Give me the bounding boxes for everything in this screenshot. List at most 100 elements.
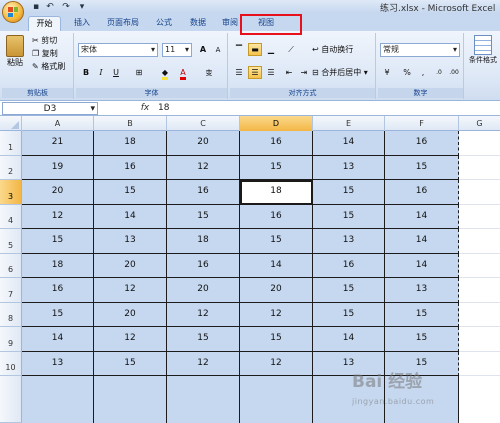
cell-c10[interactable]: 12: [167, 352, 240, 376]
cell-c4[interactable]: 15: [167, 205, 240, 229]
grow-font-button[interactable]: A: [196, 43, 210, 56]
fill-color-button[interactable]: ◆: [158, 66, 172, 80]
cell-e9[interactable]: 14: [313, 327, 385, 352]
column-header-f[interactable]: F: [385, 116, 459, 131]
merge-center-button[interactable]: ⊟ 合并后居中 ▾: [312, 67, 368, 78]
column-header-d[interactable]: D: [240, 116, 313, 131]
column-header-b[interactable]: B: [94, 116, 167, 131]
cell-g8[interactable]: [459, 303, 500, 327]
decrease-decimal-button[interactable]: .00: [447, 66, 461, 79]
percent-button[interactable]: %: [400, 66, 414, 79]
cell-g1[interactable]: [459, 131, 500, 156]
cell-d3[interactable]: 18: [240, 180, 313, 205]
cell-a8[interactable]: 15: [22, 303, 94, 327]
cell-c9[interactable]: 15: [167, 327, 240, 352]
phonetic-button[interactable]: 变: [202, 66, 216, 79]
tab-formulas[interactable]: 公式: [150, 16, 178, 31]
cell-a5[interactable]: 15: [22, 229, 94, 254]
column-header-e[interactable]: E: [313, 116, 385, 131]
cell-a4[interactable]: 12: [22, 205, 94, 229]
bold-button[interactable]: B: [79, 66, 93, 79]
row-header-partial[interactable]: [0, 376, 22, 423]
cell-g4[interactable]: [459, 205, 500, 229]
increase-indent-button[interactable]: ⇥: [297, 66, 311, 79]
cell-d5[interactable]: 15: [240, 229, 313, 254]
cell-partial-row[interactable]: [94, 376, 167, 423]
row-header-7[interactable]: 7: [0, 278, 22, 303]
cell-e5[interactable]: 13: [313, 229, 385, 254]
insert-function-button[interactable]: fx: [138, 102, 152, 115]
italic-button[interactable]: I: [94, 66, 108, 79]
currency-button[interactable]: ¥: [380, 66, 394, 79]
align-top-button[interactable]: ▔: [232, 43, 246, 56]
font-size-select[interactable]: 11 ▾: [162, 43, 192, 57]
cell-c5[interactable]: 18: [167, 229, 240, 254]
column-header-a[interactable]: A: [22, 116, 94, 131]
cell-f1[interactable]: 16: [385, 131, 459, 156]
cell-g7[interactable]: [459, 278, 500, 303]
cell-c6[interactable]: 16: [167, 254, 240, 278]
cell-e6[interactable]: 16: [313, 254, 385, 278]
cell-g2[interactable]: [459, 156, 500, 180]
cell-a2[interactable]: 19: [22, 156, 94, 180]
cell-e7[interactable]: 15: [313, 278, 385, 303]
cell-b2[interactable]: 16: [94, 156, 167, 180]
office-button[interactable]: [2, 1, 24, 23]
redo-icon[interactable]: ↷: [60, 1, 72, 13]
format-painter-button[interactable]: ✎ 格式刷: [32, 61, 65, 72]
tab-data[interactable]: 数据: [184, 16, 212, 31]
cell-a9[interactable]: 14: [22, 327, 94, 352]
row-header-9[interactable]: 9: [0, 327, 22, 352]
copy-button[interactable]: ❐ 复制: [32, 48, 58, 59]
align-right-button[interactable]: ☰: [264, 66, 278, 79]
cell-e4[interactable]: 15: [313, 205, 385, 229]
cell-b8[interactable]: 20: [94, 303, 167, 327]
cell-f4[interactable]: 14: [385, 205, 459, 229]
column-header-c[interactable]: C: [167, 116, 240, 131]
row-header-1[interactable]: 1: [0, 131, 22, 156]
font-color-button[interactable]: A: [176, 66, 190, 80]
cell-partial-row[interactable]: [240, 376, 313, 423]
cell-b7[interactable]: 12: [94, 278, 167, 303]
cell-g5[interactable]: [459, 229, 500, 254]
undo-icon[interactable]: ↶: [44, 1, 56, 13]
cell-a7[interactable]: 16: [22, 278, 94, 303]
cell-f5[interactable]: 14: [385, 229, 459, 254]
cell-b9[interactable]: 12: [94, 327, 167, 352]
cell-c8[interactable]: 12: [167, 303, 240, 327]
cell-b10[interactable]: 15: [94, 352, 167, 376]
row-header-5[interactable]: 5: [0, 229, 22, 254]
cell-g3[interactable]: [459, 180, 500, 205]
row-header-3[interactable]: 3: [0, 180, 22, 205]
cell-f2[interactable]: 15: [385, 156, 459, 180]
cell-b4[interactable]: 14: [94, 205, 167, 229]
cell-d7[interactable]: 20: [240, 278, 313, 303]
formula-input[interactable]: 18: [158, 102, 169, 115]
row-header-6[interactable]: 6: [0, 254, 22, 278]
cell-d2[interactable]: 15: [240, 156, 313, 180]
cell-a3[interactable]: 20: [22, 180, 94, 205]
cell-d10[interactable]: 12: [240, 352, 313, 376]
cell-c2[interactable]: 12: [167, 156, 240, 180]
name-box[interactable]: D3 ▾: [2, 102, 98, 115]
paste-button[interactable]: 粘贴: [4, 35, 26, 75]
select-all-button[interactable]: [0, 116, 22, 131]
cell-d4[interactable]: 16: [240, 205, 313, 229]
cell-b5[interactable]: 13: [94, 229, 167, 254]
align-center-button[interactable]: ☰: [248, 66, 262, 79]
row-header-2[interactable]: 2: [0, 156, 22, 180]
cell-d1[interactable]: 16: [240, 131, 313, 156]
decrease-indent-button[interactable]: ⇤: [282, 66, 296, 79]
cell-f7[interactable]: 13: [385, 278, 459, 303]
cell-e2[interactable]: 13: [313, 156, 385, 180]
wrap-text-button[interactable]: ↩ 自动换行: [312, 44, 353, 55]
cell-d8[interactable]: 12: [240, 303, 313, 327]
cell-f8[interactable]: 15: [385, 303, 459, 327]
cell-f6[interactable]: 14: [385, 254, 459, 278]
cell-g9[interactable]: [459, 327, 500, 352]
number-format-select[interactable]: 常规 ▾: [380, 43, 460, 57]
orientation-button[interactable]: ⟋: [284, 43, 298, 56]
tab-insert[interactable]: 插入: [68, 16, 96, 31]
row-header-4[interactable]: 4: [0, 205, 22, 229]
cell-e1[interactable]: 14: [313, 131, 385, 156]
